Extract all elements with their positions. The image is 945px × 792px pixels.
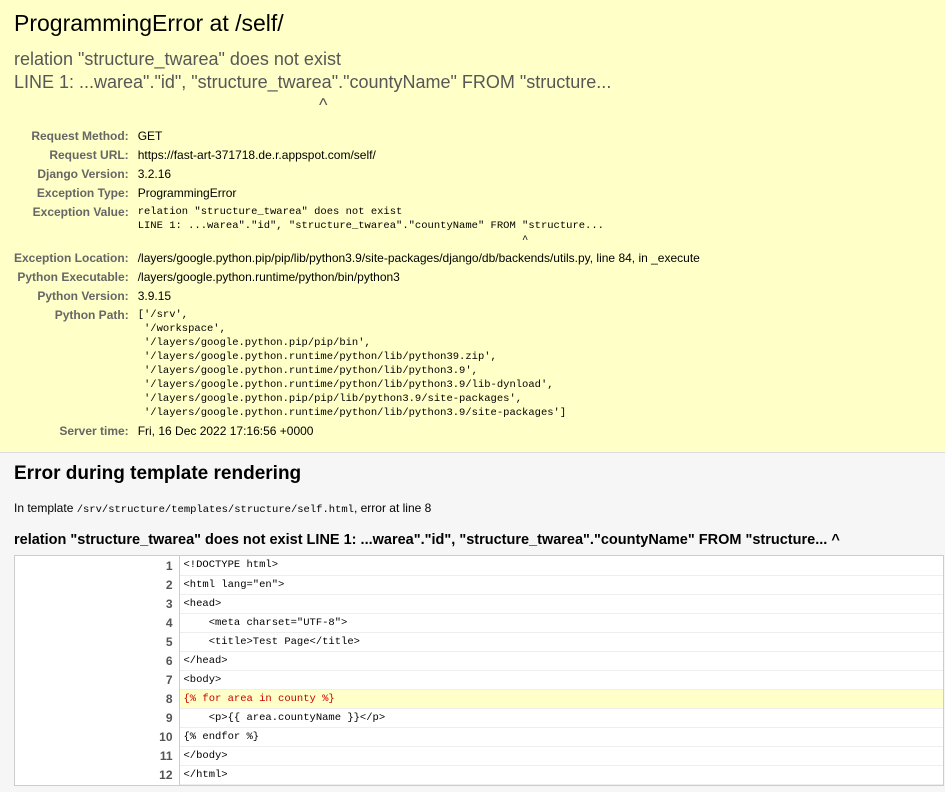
line-code: </head> (179, 651, 943, 671)
meta-value-pre: relation "structure_twarea" does not exi… (137, 206, 604, 246)
meta-row: Exception Value: relation "structure_twar… (14, 203, 700, 249)
template-path: /srv/structure/templates/structure/self.… (76, 504, 354, 516)
source-line: 9 <p>{{ area.countyName }}</p> (15, 708, 943, 728)
meta-row: Request URL: https://fast-art-371718.de.r… (14, 146, 700, 165)
template-source-table: 1 <!DOCTYPE html> 2 <html lang="en"> 3 <head>… (15, 556, 943, 785)
line-number: 2 (15, 575, 180, 594)
line-number: 4 (15, 613, 180, 632)
line-code: <html lang="en"> (179, 575, 943, 595)
source-line: 10 {% endfor %} (15, 727, 943, 747)
meta-row: Exception Type: ProgrammingError (14, 184, 700, 203)
meta-label: Exception Location: (14, 251, 129, 265)
meta-value-pre: ['/srv', '/workspace', '/layers/google.p… (137, 309, 567, 419)
line-code: <p>{{ area.countyName }}</p> (179, 708, 943, 728)
source-line: 5 <title>Test Page</title> (15, 632, 943, 652)
line-number: 1 (15, 556, 180, 575)
line-code: <body> (179, 670, 943, 690)
meta-row: Request Method: GET (14, 127, 700, 146)
template-source-box: 1 <!DOCTYPE html> 2 <html lang="en"> 3 <head>… (14, 555, 944, 786)
meta-value: Fri, 16 Dec 2022 17:16:56 +0000 (137, 424, 314, 438)
meta-label: Python Path: (54, 308, 129, 322)
line-code: </html> (179, 765, 943, 785)
meta-label: Exception Type: (36, 186, 129, 200)
meta-label: Python Executable: (17, 270, 129, 284)
template-error-message: relation "structure_twarea" does not exi… (14, 532, 840, 548)
meta-label: Request URL: (49, 148, 129, 162)
template-error-section: Error during template rendering In templ… (0, 453, 945, 792)
template-error-line: , error at line 8 (353, 501, 432, 515)
meta-value: relation "structure_twarea" does not exi… (138, 203, 700, 249)
meta-value: ['/srv', '/workspace', '/layers/google.p… (138, 306, 700, 422)
meta-label: Server time: (59, 424, 129, 438)
meta-label: Python Version: (37, 289, 129, 303)
meta-value: /layers/google.python.pip/pip/lib/python… (137, 251, 700, 265)
source-line: 11 </body> (15, 746, 943, 766)
meta-row: Exception Location: /layers/google.python… (14, 249, 700, 268)
meta-row: Python Executable: /layers/google.python.… (14, 268, 700, 287)
meta-value: ProgrammingError (137, 186, 237, 200)
line-code: <!DOCTYPE html> (179, 556, 943, 576)
template-info-prefix: In template (14, 501, 77, 515)
source-line: 3 <head> (15, 594, 943, 614)
error-summary: ProgrammingError at /self/ relation "str… (0, 0, 945, 453)
source-line-error: 8 {% for area in county %} (15, 689, 943, 709)
meta-value: 3.2.16 (137, 167, 172, 181)
meta-value: /layers/google.python.runtime/python/bin… (137, 270, 400, 284)
meta-label: Exception Value: (32, 205, 129, 219)
source-line: 6 </head> (15, 651, 943, 671)
line-number: 10 (15, 727, 180, 746)
line-code: </body> (179, 746, 943, 766)
template-info: In template /srv/structure/templates/str… (14, 501, 931, 516)
line-number: 12 (15, 765, 180, 784)
line-code: <title>Test Page</title> (179, 632, 943, 652)
line-number: 5 (15, 632, 180, 651)
source-line: 4 <meta charset="UTF-8"> (15, 613, 943, 633)
meta-value: https://fast-art-371718.de.r.appspot.com… (137, 148, 376, 162)
meta-row: Django Version: 3.2.16 (14, 165, 700, 184)
line-number: 8 (15, 689, 180, 708)
meta-row: Python Path: ['/srv', '/workspace', '/lay… (14, 306, 700, 422)
line-number: 11 (15, 746, 180, 765)
meta-label: Request Method: (31, 129, 129, 143)
meta-value: 3.9.15 (137, 289, 172, 303)
meta-row: Server time: Fri, 16 Dec 2022 17:16:56 +0… (14, 422, 700, 441)
line-code: <meta charset="UTF-8"> (179, 613, 943, 633)
source-line: 2 <html lang="en"> (15, 575, 943, 595)
source-line: 12 </html> (15, 765, 943, 785)
meta-label: Django Version: (37, 167, 129, 181)
line-number: 9 (15, 708, 180, 727)
line-code: {% for area in county %} (179, 689, 943, 709)
meta-value: GET (137, 129, 163, 143)
template-error-heading: Error during template rendering (14, 463, 302, 484)
line-number: 6 (15, 651, 180, 670)
exception-message: relation "structure_twarea" does not exi… (14, 49, 612, 115)
source-line: 7 <body> (15, 670, 943, 690)
line-code: <head> (179, 594, 943, 614)
page-title: ProgrammingError at /self/ (14, 10, 284, 36)
request-meta-table: Request Method: GET Request URL: https://fa… (14, 127, 700, 441)
source-line: 1 <!DOCTYPE html> (15, 556, 943, 576)
meta-row: Python Version: 3.9.15 (14, 287, 700, 306)
line-number: 7 (15, 670, 180, 689)
line-code: {% endfor %} (179, 727, 943, 747)
line-number: 3 (15, 594, 180, 613)
